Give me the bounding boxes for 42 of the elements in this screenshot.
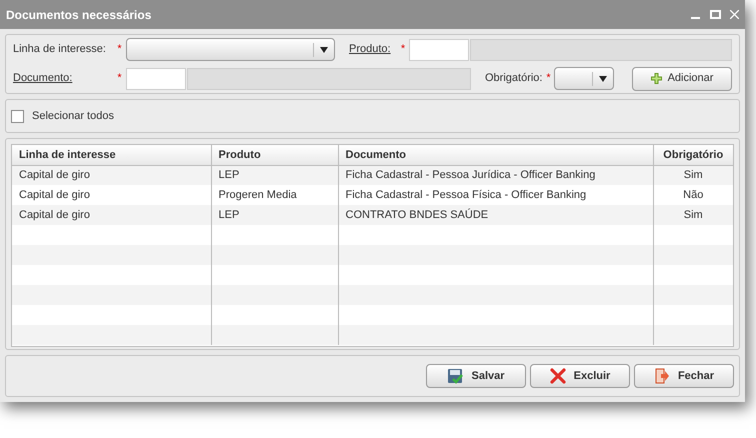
table-cell: Capital de giro <box>12 205 211 225</box>
exit-icon <box>654 368 670 384</box>
table-cell: LEP <box>211 205 338 225</box>
window-title: Documentos necessários <box>6 6 152 24</box>
dropdown[interactable] <box>126 38 335 61</box>
delete-button[interactable]: Excluir <box>530 364 630 388</box>
input-field[interactable] <box>409 38 469 60</box>
table-cell: Sim <box>653 205 733 225</box>
maximize-icon[interactable] <box>710 10 721 19</box>
field-label[interactable]: Produto: <box>349 41 397 58</box>
required-mark: * <box>116 42 123 58</box>
table-cell: Ficha Cadastral - Pessoa Física - Officer Banking <box>338 185 653 205</box>
table-cell: LEP <box>211 165 338 185</box>
column-header[interactable]: Obrigatório <box>653 145 733 165</box>
table-cell: CONTRATO BNDES SAÚDE <box>338 205 653 225</box>
column-header[interactable]: Documento <box>338 145 653 165</box>
required-mark: * <box>400 42 406 58</box>
table-cell: Capital de giro <box>12 165 211 185</box>
checkbox[interactable] <box>11 110 24 122</box>
column-header[interactable]: Linha de interesse <box>12 145 211 165</box>
table-cell: Capital de giro <box>12 185 211 205</box>
table-cell: Ficha Cadastral - Pessoa Jurídica - Officer Banking <box>338 165 653 185</box>
close-icon[interactable] <box>730 10 739 19</box>
dropdown[interactable] <box>554 67 614 90</box>
close-button[interactable]: Fechar <box>634 364 734 388</box>
add-button[interactable]: Adicionar <box>632 66 732 90</box>
plus-icon <box>650 73 662 84</box>
checkbox-label[interactable]: Selecionar todos <box>32 108 114 124</box>
field-label: Obrigatório: <box>485 71 542 86</box>
table-cell: Sim <box>653 165 733 185</box>
column-header[interactable]: Produto <box>211 145 338 165</box>
close-icon <box>550 368 566 384</box>
caret-icon <box>320 46 328 52</box>
table-cell: Progeren Media <box>211 185 338 205</box>
required-mark: * <box>545 71 552 86</box>
caret-icon <box>599 76 608 82</box>
save-button[interactable]: Salvar <box>426 364 526 388</box>
input-field[interactable] <box>126 68 186 90</box>
table-cell: Não <box>653 185 733 205</box>
field-label[interactable]: Documento: <box>13 70 113 87</box>
required-mark: * <box>116 71 123 86</box>
field-label: Linha de interesse: <box>13 42 107 58</box>
